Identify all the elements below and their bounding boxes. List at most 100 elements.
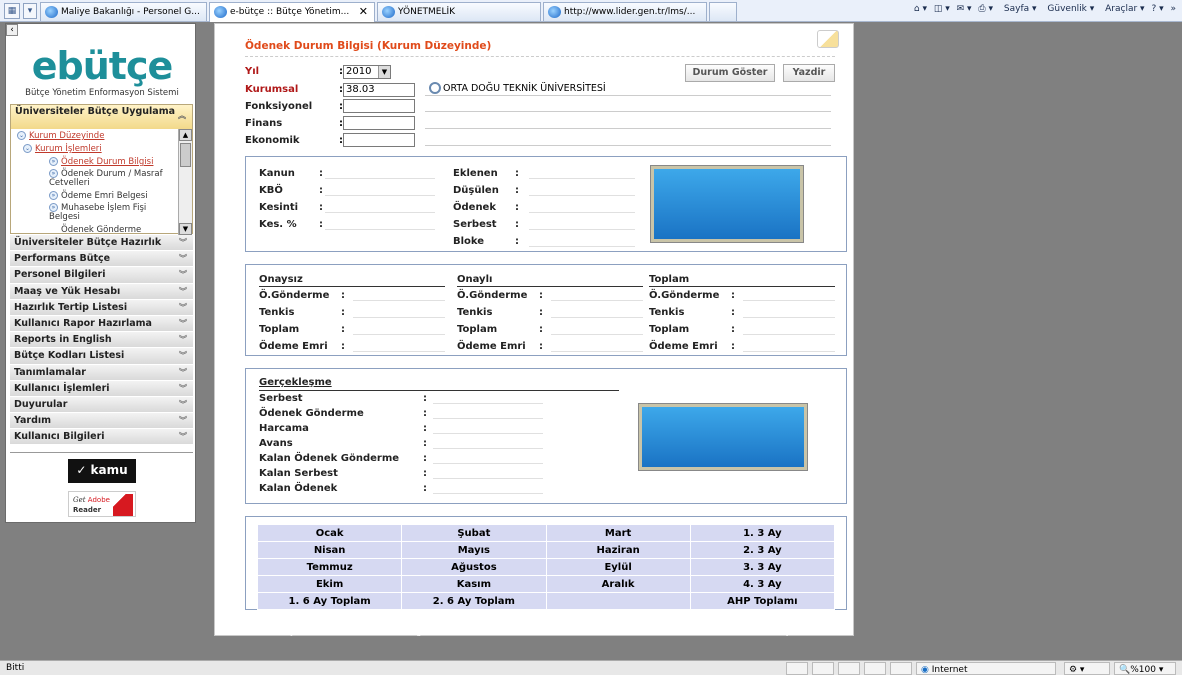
menu-item[interactable]: Performans Bütçe ︾ (10, 251, 193, 268)
month-cell[interactable]: 3. 3 Ay (689, 558, 836, 576)
tree-item-kurum-duzeyinde[interactable]: ⌄ Kurum Düzeyinde (17, 131, 104, 141)
month-cell[interactable]: Ekim (256, 575, 403, 593)
field-value (551, 289, 643, 301)
menu-item[interactable]: Hazırlık Tertip Listesi ︾ (10, 299, 193, 316)
month-cell[interactable]: 2. 3 Ay (689, 541, 836, 559)
yil-select[interactable]: 2010 ▼ (343, 65, 391, 79)
field-label: Toplam (259, 324, 300, 335)
scroll-thumb[interactable] (180, 143, 191, 167)
menu-item-label: Reports in English (14, 334, 112, 346)
field-label: Toplam (457, 324, 498, 335)
tree-item-odenek-gonderme[interactable]: Ödenek Gönderme (61, 225, 141, 235)
tree-item-odeme-emri[interactable]: » Ödeme Emri Belgesi (49, 191, 148, 201)
month-cell[interactable] (545, 592, 691, 610)
chevron-more-icon[interactable]: » (1170, 4, 1176, 14)
tools-menu[interactable]: Araçlar ▾ (1101, 4, 1144, 14)
tree-scrollbar[interactable]: ▲ ▼ (178, 129, 192, 235)
tree-item-kurum-islemleri[interactable]: ⌄ Kurum İşlemleri (23, 144, 102, 154)
feeds-icon[interactable]: ◫ ▾ (934, 4, 950, 14)
month-cell[interactable]: Şubat (401, 524, 547, 542)
edit-pen-icon[interactable] (817, 30, 839, 48)
kurumsal-input[interactable]: 38.03 (343, 83, 415, 97)
chevron-up-icon[interactable]: ︽ (178, 111, 186, 121)
summary-chart (651, 166, 803, 242)
month-cell[interactable]: Nisan (256, 541, 403, 559)
tab-label: e-bütçe :: Bütçe Yönetim... (230, 7, 350, 17)
browser-tab-2[interactable]: e-bütçe :: Bütçe Yönetim... ✕ (209, 2, 375, 22)
tree-item-odenek-durum-bilgisi[interactable]: » Ödenek Durum Bilgisi (49, 157, 153, 167)
adobe-reader-badge[interactable]: Get Adobe Reader (68, 491, 136, 517)
realization-title: Gerçekleşme (259, 377, 332, 388)
field-value (433, 422, 543, 434)
new-tab-button[interactable] (709, 2, 737, 21)
month-cell[interactable]: 4. 3 Ay (689, 575, 836, 593)
tab-list-button[interactable]: ▾ (23, 3, 37, 19)
page-menu[interactable]: Sayfa ▾ (1000, 4, 1037, 14)
menu-item-label: Maaş ve Yük Hesabı (14, 285, 121, 297)
month-cell[interactable]: Ocak (256, 524, 403, 542)
fonksiyonel-input[interactable] (343, 99, 415, 113)
protected-mode[interactable]: ⚙ ▾ (1064, 662, 1110, 675)
mail-icon[interactable]: ✉ ▾ (957, 4, 972, 14)
field-label: Ödeme Emri (457, 341, 526, 352)
print-icon[interactable]: ⎙ ▾ (978, 4, 993, 14)
field-label: Kalan Ödenek (259, 483, 338, 494)
menu-item[interactable]: Kullanıcı Bilgileri ︾ (10, 429, 193, 446)
menu-item[interactable]: Personel Bilgileri ︾ (10, 267, 193, 284)
scroll-down-arrow-icon[interactable]: ▼ (179, 223, 192, 235)
colon: : (515, 219, 519, 230)
menu-section-header[interactable]: Üniversiteler Bütçe Uygulama ︽ (11, 105, 192, 129)
menu-item[interactable]: Kullanıcı İşlemleri ︾ (10, 380, 193, 397)
help-icon[interactable]: ? ▾ (1151, 4, 1163, 14)
browser-tab-3[interactable]: YÖNETMELİK (377, 2, 541, 21)
security-zone[interactable]: ◉ Internet (916, 662, 1056, 675)
menu-item[interactable]: Üniversiteler Bütçe Hazırlık ︾ (10, 235, 193, 252)
security-menu[interactable]: Güvenlik ▾ (1043, 4, 1094, 14)
menu-item[interactable]: Reports in English ︾ (10, 332, 193, 349)
approval-column-header: Toplam (649, 274, 690, 285)
zoom-control[interactable]: 🔍%100 ▾ (1114, 662, 1176, 675)
kamu-sm-logo[interactable]: ✓ kamu SM (68, 459, 136, 499)
month-cell[interactable]: Haziran (545, 541, 691, 559)
field-label: Ödeme Emri (649, 341, 718, 352)
tree-item-muhasebe-fisi[interactable]: » Muhasebe İşlem Fişi Belgesi (49, 203, 175, 222)
month-cell[interactable]: Ağustos (401, 558, 547, 576)
menu-item[interactable]: Yardım ︾ (10, 413, 193, 430)
colon: : (341, 324, 345, 335)
month-cell[interactable]: Kasım (401, 575, 547, 593)
browser-tab-4[interactable]: http://www.lider.gen.tr/lms/... (543, 2, 707, 21)
field-value (325, 201, 435, 213)
scroll-up-arrow-icon[interactable]: ▲ (179, 129, 192, 141)
collapse-sidebar-button[interactable]: ‹ (6, 24, 18, 36)
yil-label: Yıl (245, 66, 260, 77)
month-cell[interactable]: Mart (545, 524, 691, 542)
month-cell[interactable]: Mayıs (401, 541, 547, 559)
tree-item-masraf-cetvelleri[interactable]: » Ödenek Durum / Masraf Cetvelleri (49, 169, 177, 188)
menu-item[interactable]: Maaş ve Yük Hesabı ︾ (10, 283, 193, 300)
quick-tabs-button[interactable]: ▦ (4, 3, 20, 19)
menu-item[interactable]: Kullanıcı Rapor Hazırlama ︾ (10, 315, 193, 333)
close-tab-icon[interactable]: ✕ (359, 3, 368, 21)
field-label: Tenkis (457, 307, 493, 318)
menu-item[interactable]: Duyurular ︾ (10, 396, 193, 414)
month-cell[interactable]: Temmuz (256, 558, 403, 576)
home-icon[interactable]: ⌂ ▾ (914, 4, 927, 14)
chevron-down-icon: ︾ (179, 351, 187, 361)
browser-tab-1[interactable]: Maliye Bakanlığı - Personel G... (40, 2, 207, 21)
durum-goster-button[interactable]: Durum Göster (685, 64, 775, 82)
ekonomik-input[interactable] (343, 133, 415, 147)
finans-input[interactable] (343, 116, 415, 130)
menu-item[interactable]: Bütçe Kodları Listesi ︾ (10, 348, 193, 365)
month-cell[interactable]: Eylül (545, 558, 691, 576)
field-label: Düşülen (453, 185, 499, 196)
chevron-down-icon: ︾ (179, 254, 187, 264)
yazdir-button[interactable]: Yazdir (783, 64, 835, 82)
colon: : (341, 290, 345, 301)
month-cell[interactable]: 1. 3 Ay (689, 524, 836, 542)
menu-item[interactable]: Tanımlamalar ︾ (10, 364, 193, 381)
month-cell[interactable]: 2. 6 Ay Toplam (401, 592, 547, 610)
month-cell[interactable]: 1. 6 Ay Toplam (256, 592, 403, 610)
colon: : (319, 168, 323, 179)
month-cell[interactable]: Aralık (545, 575, 691, 593)
month-cell[interactable]: AHP Toplamı (689, 592, 836, 610)
